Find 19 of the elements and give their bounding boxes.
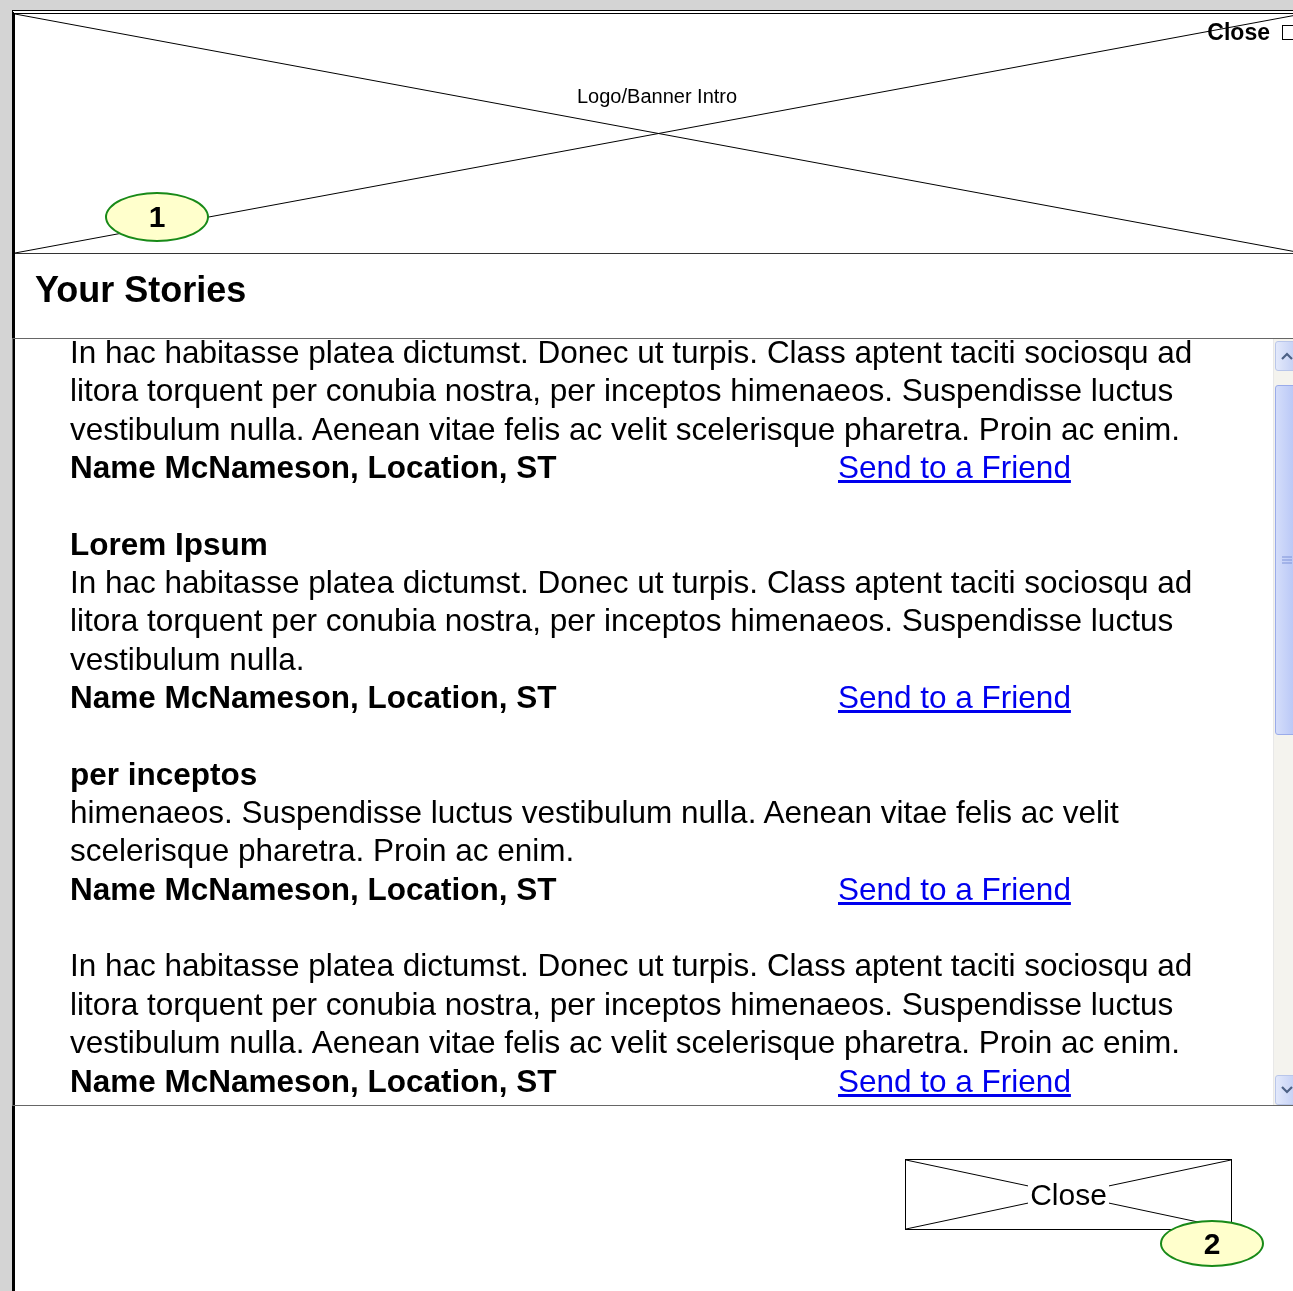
story-author: Name McNameson, Location, ST	[70, 869, 558, 909]
story-text: In hac habitasse platea dictumst. Donec ut turpis. Class aptent taciti sociosqu ad litora torquent per conubia nostra, per inceptos himenaeos. Suspendisse luctus vestibulum nulla. Aenean vitae felis ac velit scelerisque pharetra. Proin ac enim.	[70, 339, 1194, 449]
close-button[interactable]: Close	[905, 1159, 1232, 1230]
send-to-friend-link[interactable]: Send to a Friend	[838, 1061, 1071, 1100]
story-text: In hac habitasse platea dictumst. Donec ut turpis. Class aptent taciti sociosqu ad litora torquent per conubia nostra, per inceptos himenaeos. Suspendisse luctus vestibulum nulla. Aenean vitae felis ac velit scelerisque pharetra. Proin ac enim.	[70, 946, 1194, 1062]
story-author: Name McNameson, Location, ST	[70, 1061, 558, 1100]
page-heading: Your Stories	[35, 269, 247, 311]
send-to-friend-link[interactable]: Send to a Friend	[838, 869, 1071, 909]
story-title: Lorem Ipsum	[70, 524, 269, 564]
close-link[interactable]: Close	[1207, 19, 1270, 46]
story-title: per inceptos	[70, 754, 259, 794]
send-to-friend-link[interactable]: Send to a Friend	[838, 448, 1071, 487]
callout-marker: 2	[1160, 1220, 1264, 1267]
send-to-friend-link[interactable]: Send to a Friend	[838, 678, 1071, 717]
story-author: Name McNameson, Location, ST	[70, 448, 558, 487]
callout-marker: 1	[105, 192, 209, 242]
story-text: himenaeos. Suspendisse luctus vestibulum nulla. Aenean vitae felis ac velit scelerisque pharetra. Proin ac enim.	[70, 793, 1120, 870]
story-text: In hac habitasse platea dictumst. Donec ut turpis. Class aptent taciti sociosqu ad litora torquent per conubia nostra, per inceptos himenaeos. Suspendisse luctus vestibulum nulla.	[70, 563, 1194, 679]
story-author: Name McNameson, Location, ST	[70, 678, 558, 717]
